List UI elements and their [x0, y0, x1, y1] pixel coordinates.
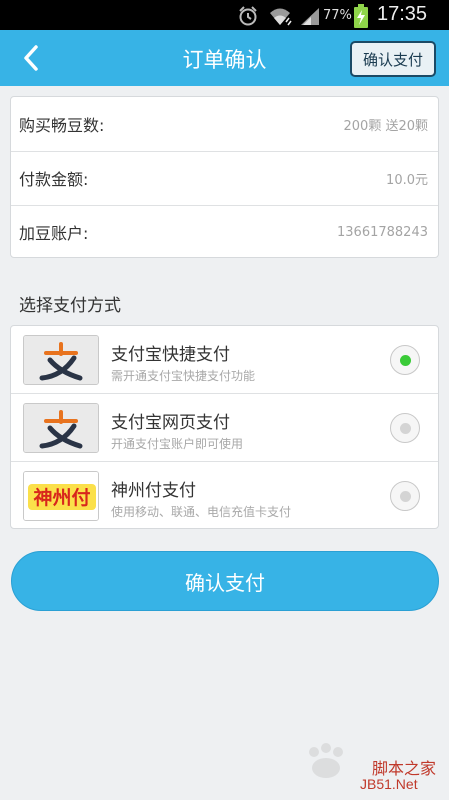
payment-radio[interactable]: [390, 481, 420, 511]
payment-option-alipay-web[interactable]: 支付宝网页支付 开通支付宝账户即可使用: [11, 394, 438, 461]
battery-icon: [354, 4, 368, 28]
back-button[interactable]: [14, 40, 50, 76]
payment-radio[interactable]: [390, 413, 420, 443]
alipay-logo-icon: [23, 335, 99, 385]
shenzhoufu-logo-icon: 神州付: [23, 471, 99, 521]
confirm-pay-button[interactable]: 确认支付: [11, 551, 439, 611]
baidu-watermark-icon: [309, 743, 343, 778]
signal-icon: [301, 8, 319, 25]
alarm-icon: [239, 6, 257, 26]
payment-option-alipay-quick[interactable]: 支付宝快捷支付 需开通支付宝快捷支付功能: [11, 326, 438, 393]
order-row-value: 13661788243: [337, 224, 428, 240]
order-row-label: 付款金额:: [19, 170, 89, 189]
payment-name: 支付宝快捷支付: [111, 345, 230, 365]
order-info-card: 购买畅豆数: 200颗 送20颗 付款金额: 10.0元 加豆账户: 13661…: [10, 96, 439, 258]
confirm-pay-top-button[interactable]: 确认支付: [350, 41, 436, 77]
shenzhoufu-logo-text: 神州付: [33, 486, 90, 509]
payment-section-title: 选择支付方式: [19, 296, 121, 316]
order-row-label: 加豆账户:: [19, 224, 89, 243]
payment-option-shenzhoufu[interactable]: 神州付 神州付支付 使用移动、联通、电信充值卡支付: [11, 462, 438, 529]
clock-time: 17:35: [377, 3, 428, 25]
payment-description: 需开通支付宝快捷支付功能: [111, 369, 256, 383]
order-row-value: 10.0元: [386, 172, 428, 188]
payment-description: 开通支付宝账户即可使用: [111, 437, 244, 451]
order-row-amount: 付款金额: 10.0元: [11, 151, 438, 205]
payment-description: 使用移动、联通、电信充值卡支付: [111, 505, 292, 519]
status-bar: 77% 17:35: [0, 0, 449, 30]
payment-name: 支付宝网页支付: [111, 413, 230, 433]
wifi-icon: [270, 8, 292, 26]
order-row-account: 加豆账户: 13661788243: [11, 205, 438, 259]
nav-bar: 订单确认 确认支付: [0, 30, 449, 86]
order-row-label: 购买畅豆数:: [19, 116, 105, 135]
back-chevron-icon: [24, 45, 38, 71]
payment-name: 神州付支付: [111, 481, 196, 501]
order-row-value: 200颗 送20颗: [343, 118, 429, 134]
payment-methods-card: 支付宝快捷支付 需开通支付宝快捷支付功能 支付宝网页支付 开通支付宝账户即可使用…: [10, 325, 439, 529]
payment-radio-selected[interactable]: [390, 345, 420, 375]
battery-percent: 77%: [323, 8, 352, 23]
order-row-beans: 购买畅豆数: 200颗 送20颗: [11, 97, 438, 151]
watermark-url: JB51.Net: [360, 776, 418, 792]
alipay-logo-icon: [23, 403, 99, 453]
